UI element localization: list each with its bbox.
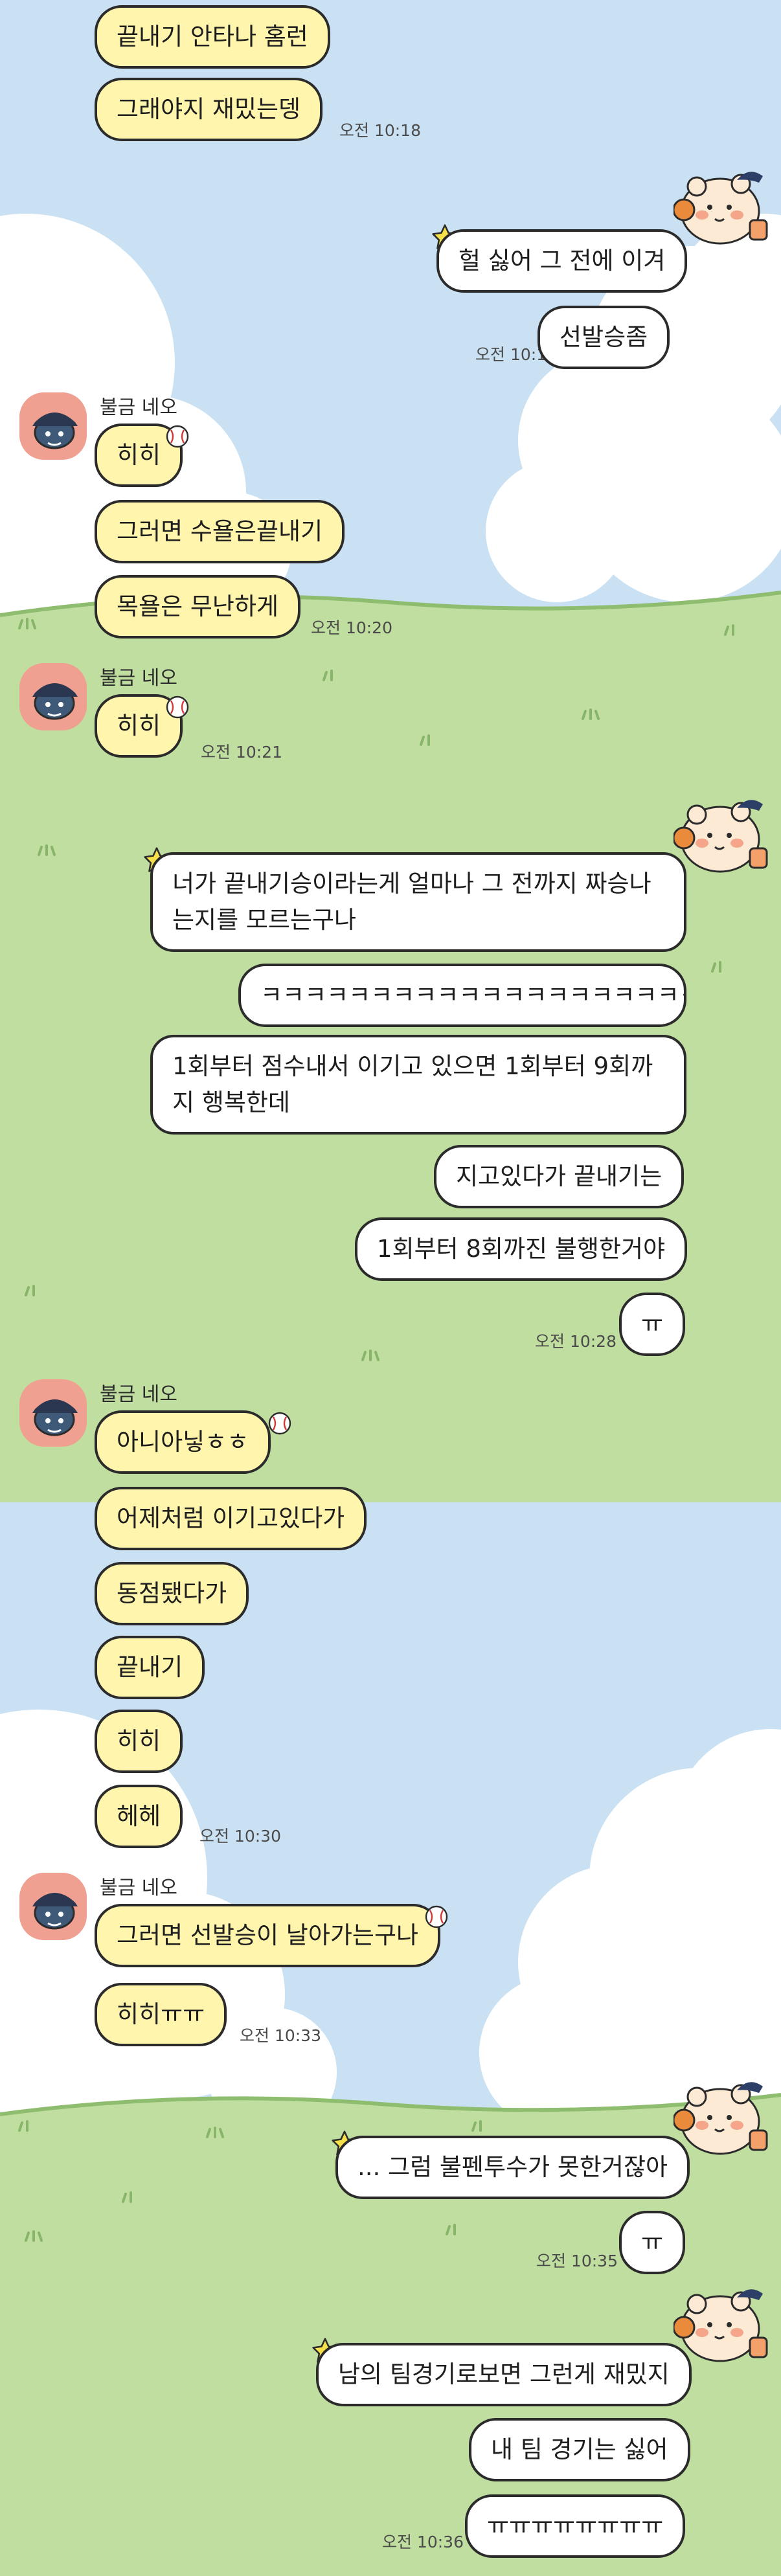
message-bubble[interactable]: 끝내기 bbox=[95, 1636, 205, 1699]
message-bubble[interactable]: 히히ㅠㅠ bbox=[95, 1983, 227, 2046]
message-bubble[interactable]: 지고있다가 끝내기는 bbox=[434, 1145, 685, 1208]
baseball-icon bbox=[268, 1412, 291, 1435]
message-bubble[interactable]: 내 팀 경기는 싫어 bbox=[469, 2418, 690, 2481]
message-bubble[interactable]: 1회부터 점수내서 이기고 있으면 1회부터 9회까지 행복한데 bbox=[150, 1035, 686, 1135]
baseball-icon bbox=[166, 425, 189, 448]
chat-message-list: 끝내기 안타나 홈런 그래야지 재밌는뎅 오전 10:18 헐 싫어 그 전에 … bbox=[0, 0, 781, 2576]
sender-name: 불금 네오 bbox=[100, 667, 177, 690]
message-timestamp: 오전 10:35 bbox=[536, 2252, 618, 2270]
bear-baseball-avatar-icon[interactable] bbox=[673, 789, 781, 886]
message-bubble[interactable]: 어제처럼 이기고있다가 bbox=[95, 1487, 367, 1550]
message-timestamp: 오전 10:33 bbox=[240, 2026, 321, 2045]
baseball-icon bbox=[166, 695, 189, 719]
message-bubble[interactable]: 아니아닣ㅎㅎ bbox=[95, 1410, 271, 1474]
message-bubble[interactable]: 동점됐다가 bbox=[95, 1562, 249, 1625]
message-timestamp: 오전 10:30 bbox=[199, 1827, 281, 1846]
neo-baseball-avatar-icon[interactable] bbox=[19, 1379, 87, 1447]
message-bubble[interactable]: 끝내기 안타나 홈런 bbox=[95, 5, 330, 69]
message-bubble[interactable]: ㅠ bbox=[619, 1293, 686, 1356]
message-bubble[interactable]: 그러면 선발승이 날아가는구나 bbox=[95, 1904, 441, 1967]
neo-baseball-avatar-icon[interactable] bbox=[19, 663, 87, 730]
message-bubble[interactable]: ... 그럼 불펜투수가 못한거잖아 bbox=[335, 2136, 690, 2199]
sender-name: 불금 네오 bbox=[100, 1877, 177, 1899]
message-bubble[interactable]: 선발승좀 bbox=[538, 306, 670, 369]
neo-baseball-avatar-icon[interactable] bbox=[19, 392, 87, 460]
message-bubble[interactable]: 너가 끝내기승이라는게 얼마나 그 전까지 짜승나는지를 모르는구나 bbox=[150, 852, 686, 952]
bear-baseball-avatar-icon[interactable] bbox=[673, 2071, 781, 2168]
sender-name: 불금 네오 bbox=[100, 396, 177, 419]
message-bubble[interactable]: 1회부터 8회까진 불행한거야 bbox=[355, 1217, 688, 1281]
sender-name: 불금 네오 bbox=[100, 1383, 177, 1406]
message-timestamp: 오전 10:20 bbox=[311, 618, 392, 637]
message-bubble[interactable]: ㅠㅠㅠㅠㅠㅠㅠㅠ bbox=[465, 2494, 686, 2558]
baseball-icon bbox=[425, 1905, 448, 1928]
message-bubble[interactable]: 목욜은 무난하게 bbox=[95, 575, 301, 638]
message-bubble[interactable]: 헤헤 bbox=[95, 1785, 183, 1848]
message-timestamp: 오전 10:36 bbox=[382, 2533, 464, 2551]
bear-baseball-avatar-icon[interactable] bbox=[673, 161, 781, 258]
message-bubble[interactable]: 히히 bbox=[95, 1710, 183, 1773]
message-timestamp: 오전 10:28 bbox=[535, 1332, 617, 1351]
message-bubble[interactable]: 그래야지 재밌는뎅 bbox=[95, 78, 323, 141]
message-bubble[interactable]: ㅋㅋㅋㅋㅋㅋㅋㅋㅋㅋㅋㅋㅋㅋㅋㅋㅋㅋㅋㅋㅋㅋㅋㅋㅋㅋㅋㅋ bbox=[238, 964, 686, 1027]
message-bubble[interactable]: 그러면 수욜은끝내기 bbox=[95, 500, 345, 563]
message-timestamp: 오전 10:18 bbox=[339, 121, 421, 140]
message-bubble[interactable]: 헐 싫어 그 전에 이겨 bbox=[436, 229, 688, 293]
message-bubble[interactable]: ㅠ bbox=[619, 2211, 686, 2274]
neo-baseball-avatar-icon[interactable] bbox=[19, 1873, 87, 1940]
message-bubble[interactable]: 남의 팀경기로보면 그런게 재밌지 bbox=[316, 2343, 692, 2406]
message-timestamp: 오전 10:21 bbox=[201, 743, 282, 762]
